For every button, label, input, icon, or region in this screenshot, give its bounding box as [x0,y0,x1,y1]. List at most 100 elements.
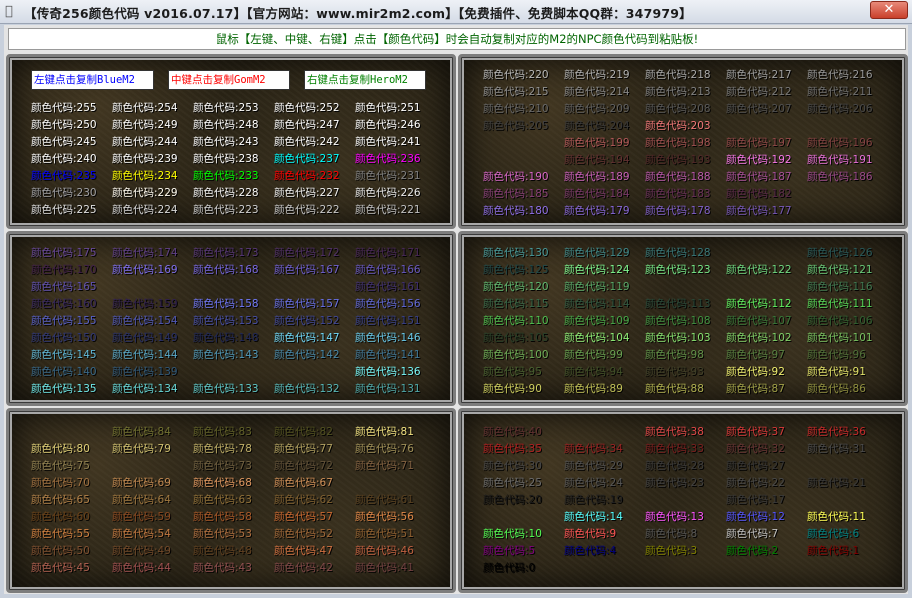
color-code-119[interactable]: 颜色代码:119 [564,280,630,294]
color-code-255[interactable]: 颜色代码:255 [31,101,97,115]
color-code-8[interactable]: 颜色代码:8 [645,527,697,541]
color-code-225[interactable]: 颜色代码:225 [31,203,97,217]
color-code-101[interactable]: 颜色代码:101 [807,331,873,345]
color-code-73[interactable]: 颜色代码:73 [193,459,252,473]
color-code-10[interactable]: 颜色代码:10 [483,527,542,541]
color-code-35[interactable]: 颜色代码:35 [483,442,542,456]
color-code-222[interactable]: 颜色代码:222 [274,203,340,217]
color-code-145[interactable]: 颜色代码:145 [31,348,97,362]
color-code-93[interactable]: 颜色代码:93 [645,365,704,379]
color-code-3[interactable]: 颜色代码:3 [645,544,697,558]
color-code-12[interactable]: 颜色代码:12 [726,510,785,524]
copy-herom2-button[interactable]: 右键点击复制HeroM2 [304,70,426,90]
color-code-62[interactable]: 颜色代码:62 [274,493,333,507]
color-code-212[interactable]: 颜色代码:212 [726,85,792,99]
color-code-27[interactable]: 颜色代码:27 [726,459,785,473]
color-code-165[interactable]: 颜色代码:165 [31,280,97,294]
color-code-23[interactable]: 颜色代码:23 [645,476,704,490]
color-code-241[interactable]: 颜色代码:241 [355,135,421,149]
color-code-1[interactable]: 颜色代码:1 [807,544,859,558]
color-code-140[interactable]: 颜色代码:140 [31,365,97,379]
color-code-155[interactable]: 颜色代码:155 [31,314,97,328]
color-code-223[interactable]: 颜色代码:223 [193,203,259,217]
color-code-224[interactable]: 颜色代码:224 [112,203,178,217]
color-code-72[interactable]: 颜色代码:72 [274,459,333,473]
color-code-58[interactable]: 颜色代码:58 [193,510,252,524]
color-code-148[interactable]: 颜色代码:148 [193,331,259,345]
color-code-69[interactable]: 颜色代码:69 [112,476,171,490]
color-code-91[interactable]: 颜色代码:91 [807,365,866,379]
color-code-78[interactable]: 颜色代码:78 [193,442,252,456]
color-code-53[interactable]: 颜色代码:53 [193,527,252,541]
color-code-19[interactable]: 颜色代码:19 [564,493,623,507]
color-code-166[interactable]: 颜色代码:166 [355,263,421,277]
color-code-110[interactable]: 颜色代码:110 [483,314,549,328]
color-code-180[interactable]: 颜色代码:180 [483,204,549,218]
color-code-216[interactable]: 颜色代码:216 [807,68,873,82]
color-code-9[interactable]: 颜色代码:9 [564,527,616,541]
color-code-210[interactable]: 颜色代码:210 [483,102,549,116]
color-code-139[interactable]: 颜色代码:139 [112,365,178,379]
color-code-133[interactable]: 颜色代码:133 [193,382,259,396]
color-code-41[interactable]: 颜色代码:41 [355,561,414,575]
color-code-112[interactable]: 颜色代码:112 [726,297,792,311]
color-code-171[interactable]: 颜色代码:171 [355,246,421,260]
color-code-192[interactable]: 颜色代码:192 [726,153,792,167]
color-code-98[interactable]: 颜色代码:98 [645,348,704,362]
color-code-154[interactable]: 颜色代码:154 [112,314,178,328]
color-code-231[interactable]: 颜色代码:231 [355,169,421,183]
color-code-32[interactable]: 颜色代码:32 [726,442,785,456]
color-code-237[interactable]: 颜色代码:237 [274,152,340,166]
color-code-108[interactable]: 颜色代码:108 [645,314,711,328]
color-code-158[interactable]: 颜色代码:158 [193,297,259,311]
color-code-220[interactable]: 颜色代码:220 [483,68,549,82]
color-code-24[interactable]: 颜色代码:24 [564,476,623,490]
color-code-67[interactable]: 颜色代码:67 [274,476,333,490]
color-code-217[interactable]: 颜色代码:217 [726,68,792,82]
color-code-240[interactable]: 颜色代码:240 [31,152,97,166]
color-code-14[interactable]: 颜色代码:14 [564,510,623,524]
color-code-194[interactable]: 颜色代码:194 [564,153,630,167]
color-code-40[interactable]: 颜色代码:40 [483,425,542,439]
color-code-197[interactable]: 颜色代码:197 [726,136,792,150]
color-code-124[interactable]: 颜色代码:124 [564,263,630,277]
color-code-36[interactable]: 颜色代码:36 [807,425,866,439]
color-code-185[interactable]: 颜色代码:185 [483,187,549,201]
color-code-157[interactable]: 颜色代码:157 [274,297,340,311]
color-code-151[interactable]: 颜色代码:151 [355,314,421,328]
color-code-2[interactable]: 颜色代码:2 [726,544,778,558]
color-code-57[interactable]: 颜色代码:57 [274,510,333,524]
color-code-123[interactable]: 颜色代码:123 [645,263,711,277]
color-code-51[interactable]: 颜色代码:51 [355,527,414,541]
color-code-204[interactable]: 颜色代码:204 [564,119,630,133]
color-code-174[interactable]: 颜色代码:174 [112,246,178,260]
color-code-150[interactable]: 颜色代码:150 [31,331,97,345]
color-code-132[interactable]: 颜色代码:132 [274,382,340,396]
color-code-149[interactable]: 颜色代码:149 [112,331,178,345]
color-code-249[interactable]: 颜色代码:249 [112,118,178,132]
color-code-100[interactable]: 颜色代码:100 [483,348,549,362]
color-code-125[interactable]: 颜色代码:125 [483,263,549,277]
color-code-126[interactable]: 颜色代码:126 [807,246,873,260]
color-code-111[interactable]: 颜色代码:111 [807,297,873,311]
color-code-235[interactable]: 颜色代码:235 [31,169,97,183]
color-code-238[interactable]: 颜色代码:238 [193,152,259,166]
color-code-168[interactable]: 颜色代码:168 [193,263,259,277]
color-code-213[interactable]: 颜色代码:213 [645,85,711,99]
color-code-141[interactable]: 颜色代码:141 [355,348,421,362]
color-code-52[interactable]: 颜色代码:52 [274,527,333,541]
color-code-42[interactable]: 颜色代码:42 [274,561,333,575]
color-code-144[interactable]: 颜色代码:144 [112,348,178,362]
color-code-226[interactable]: 颜色代码:226 [355,186,421,200]
color-code-130[interactable]: 颜色代码:130 [483,246,549,260]
color-code-243[interactable]: 颜色代码:243 [193,135,259,149]
color-code-218[interactable]: 颜色代码:218 [645,68,711,82]
color-code-95[interactable]: 颜色代码:95 [483,365,542,379]
color-code-107[interactable]: 颜色代码:107 [726,314,792,328]
color-code-198[interactable]: 颜色代码:198 [645,136,711,150]
color-code-34[interactable]: 颜色代码:34 [564,442,623,456]
color-code-248[interactable]: 颜色代码:248 [193,118,259,132]
color-code-21[interactable]: 颜色代码:21 [807,476,866,490]
color-code-7[interactable]: 颜色代码:7 [726,527,778,541]
color-code-228[interactable]: 颜色代码:228 [193,186,259,200]
